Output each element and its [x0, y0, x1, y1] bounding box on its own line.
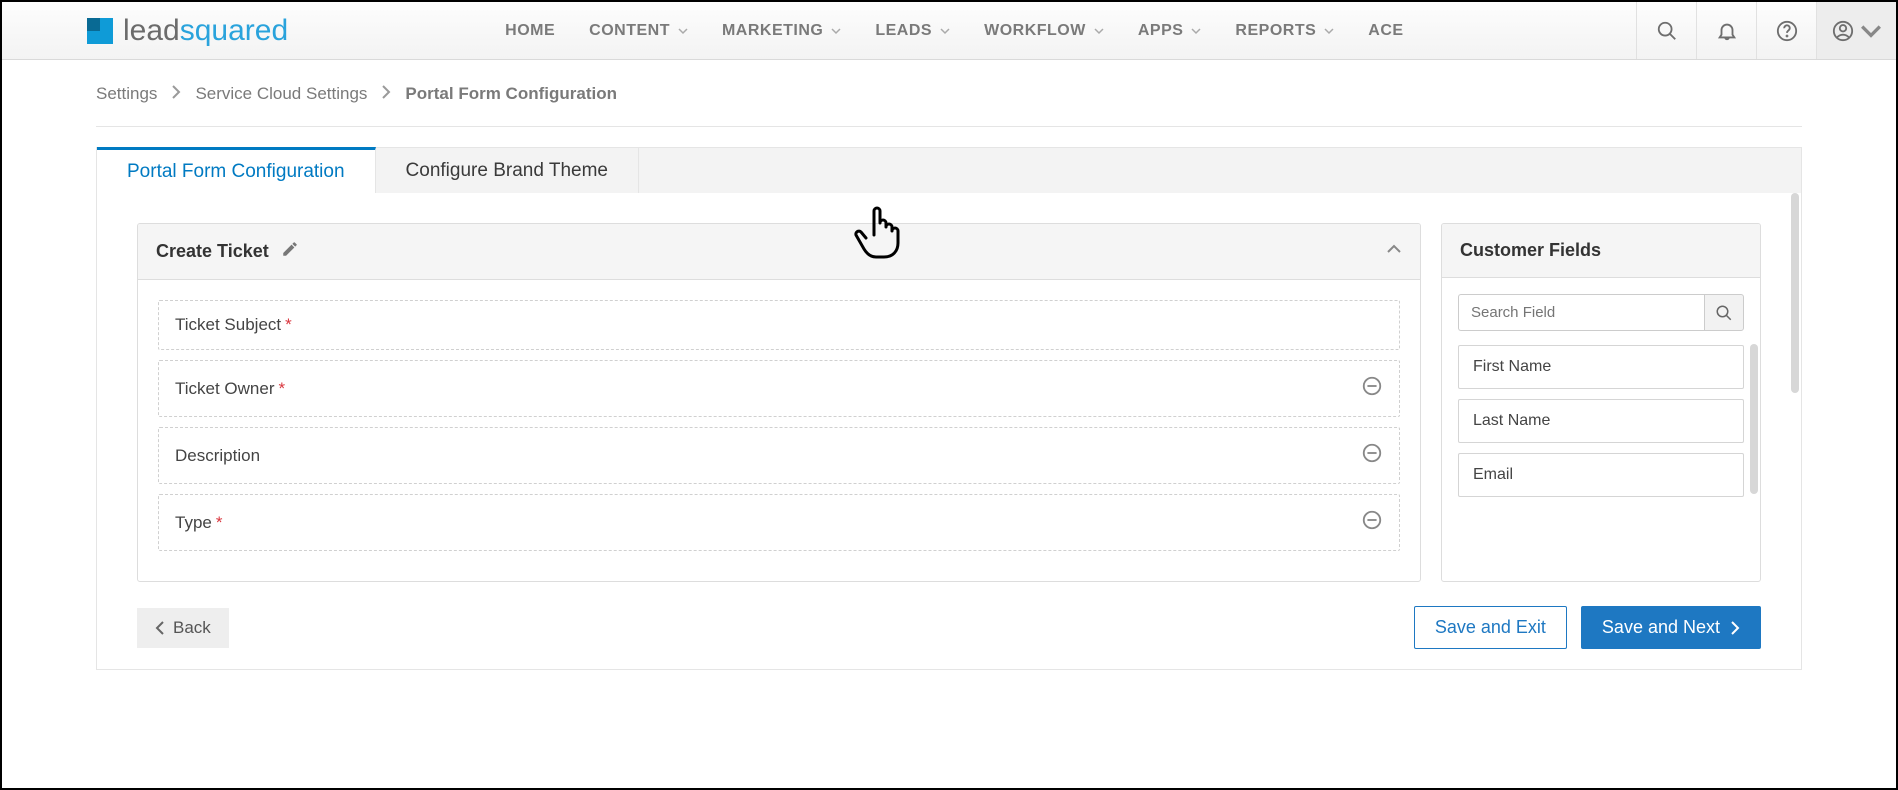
- search-icon: [1715, 304, 1733, 322]
- logo-text: leadsquared: [123, 14, 288, 48]
- tabs-container: Portal Form ConfigurationConfigure Brand…: [96, 147, 1802, 670]
- edit-icon[interactable]: [281, 240, 299, 263]
- nav-apps[interactable]: APPS: [1121, 2, 1219, 59]
- chevron-down-icon: [678, 26, 688, 36]
- field-row[interactable]: Ticket Owner*: [158, 360, 1400, 417]
- search-icon[interactable]: [1636, 2, 1696, 59]
- nav-reports[interactable]: REPORTS: [1218, 2, 1351, 59]
- remove-icon[interactable]: [1361, 442, 1383, 469]
- search-button[interactable]: [1704, 294, 1744, 331]
- chevron-down-icon: [831, 26, 841, 36]
- nav-ace[interactable]: ACE: [1351, 2, 1420, 59]
- nav-marketing[interactable]: MARKETING: [705, 2, 858, 59]
- user-icon: [1832, 20, 1854, 42]
- remove-icon[interactable]: [1361, 375, 1383, 402]
- back-button[interactable]: Back: [137, 608, 229, 648]
- chevron-down-icon: [940, 26, 950, 36]
- breadcrumb-service-cloud[interactable]: Service Cloud Settings: [195, 84, 367, 104]
- chevron-left-icon: [155, 621, 165, 635]
- remove-icon[interactable]: [1361, 509, 1383, 536]
- bell-icon[interactable]: [1696, 2, 1756, 59]
- chevron-down-icon: [1860, 20, 1882, 42]
- breadcrumb: Settings Service Cloud Settings Portal F…: [96, 60, 1802, 127]
- field-row[interactable]: Ticket Subject*: [158, 300, 1400, 350]
- chevron-down-icon: [1324, 26, 1334, 36]
- side-body: First Name Last Name Email: [1442, 278, 1760, 523]
- panel: Create Ticket Ticket Subject* Ticket Owne…: [96, 193, 1802, 670]
- nav: HOMECONTENTMARKETINGLEADSWORKFLOWAPPSREP…: [488, 2, 1420, 59]
- nav-leads[interactable]: LEADS: [858, 2, 967, 59]
- breadcrumb-settings[interactable]: Settings: [96, 84, 157, 104]
- header-icons: [1636, 2, 1896, 59]
- chevron-right-icon: [381, 84, 391, 104]
- draggable-field[interactable]: Last Name: [1458, 399, 1744, 443]
- footer: Back Save and Exit Save and Next: [137, 606, 1761, 649]
- tabs: Portal Form ConfigurationConfigure Brand…: [96, 147, 1802, 193]
- search-field-row: [1458, 294, 1744, 331]
- header: leadsquared HOMECONTENTMARKETINGLEADSWOR…: [2, 2, 1896, 60]
- nav-content[interactable]: CONTENT: [572, 2, 705, 59]
- nav-home[interactable]: HOME: [488, 2, 572, 59]
- breadcrumb-current: Portal Form Configuration: [405, 84, 617, 104]
- chevron-right-icon: [171, 84, 181, 104]
- draggable-field[interactable]: First Name: [1458, 345, 1744, 389]
- logo[interactable]: leadsquared: [87, 14, 288, 48]
- search-field-input[interactable]: [1458, 294, 1704, 331]
- tab-portal-form-configuration[interactable]: Portal Form Configuration: [97, 147, 376, 193]
- card-title: Create Ticket: [156, 241, 269, 262]
- chevron-right-icon: [1730, 621, 1740, 635]
- user-menu[interactable]: [1816, 2, 1896, 59]
- draggable-field[interactable]: Email: [1458, 453, 1744, 497]
- chevron-down-icon: [1094, 26, 1104, 36]
- collapse-icon[interactable]: [1386, 241, 1402, 262]
- card-title: Customer Fields: [1460, 240, 1601, 261]
- field-row[interactable]: Type*: [158, 494, 1400, 551]
- field-row[interactable]: Description: [158, 427, 1400, 484]
- help-icon[interactable]: [1756, 2, 1816, 59]
- card-header: Customer Fields: [1442, 224, 1760, 278]
- nav-workflow[interactable]: WORKFLOW: [967, 2, 1121, 59]
- card-header: Create Ticket: [138, 224, 1420, 280]
- create-ticket-card: Create Ticket Ticket Subject* Ticket Owne…: [137, 223, 1421, 582]
- chevron-down-icon: [1191, 26, 1201, 36]
- logo-mark-icon: [87, 18, 113, 44]
- save-and-next-button[interactable]: Save and Next: [1581, 606, 1761, 649]
- scrollbar[interactable]: [1750, 344, 1758, 494]
- tab-configure-brand-theme[interactable]: Configure Brand Theme: [376, 148, 639, 193]
- scrollbar[interactable]: [1791, 193, 1799, 393]
- customer-fields-card: Customer Fields First Name Last Name Email: [1441, 223, 1761, 582]
- form-fields-list: Ticket Subject* Ticket Owner* Description T…: [138, 280, 1420, 581]
- save-and-exit-button[interactable]: Save and Exit: [1414, 606, 1567, 649]
